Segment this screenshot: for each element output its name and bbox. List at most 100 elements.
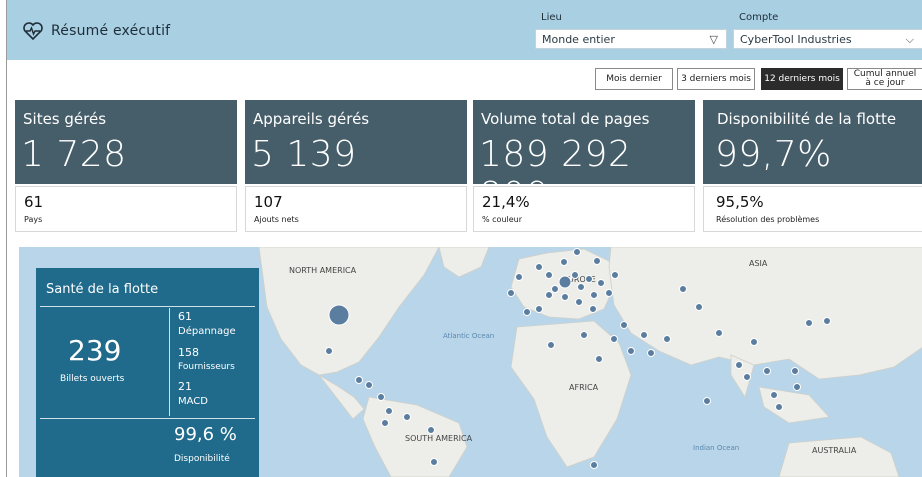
site-bubble[interactable] (515, 273, 523, 281)
location-filter-value: Monde entier (542, 33, 615, 46)
site-bubble[interactable] (595, 355, 603, 363)
suppliers-value: 158 (178, 346, 199, 359)
site-bubble[interactable] (381, 419, 389, 427)
site-bubble[interactable] (560, 258, 568, 266)
site-bubble[interactable] (627, 347, 635, 355)
site-bubble[interactable] (507, 289, 515, 297)
site-bubble[interactable] (750, 338, 758, 346)
site-bubble[interactable] (328, 304, 350, 326)
site-bubble[interactable] (585, 275, 593, 283)
site-bubble[interactable] (561, 293, 569, 301)
kpi-card-devices: Appareils gérés 5 139 (245, 100, 467, 184)
kpi-sub-value: 107 (254, 193, 283, 211)
site-bubble[interactable] (523, 308, 531, 316)
site-bubble[interactable] (355, 376, 363, 384)
site-bubble[interactable] (597, 279, 605, 287)
site-bubble[interactable] (640, 331, 648, 339)
kpi-sub-card-availability: 95,5% Résolution des problèmes (703, 186, 922, 232)
open-tickets-label: Billets ouverts (60, 374, 125, 384)
map-label-asia: ASIA (749, 259, 768, 268)
site-bubble[interactable] (325, 347, 333, 355)
site-bubble[interactable] (679, 285, 687, 293)
troubleshooting-value: 61 (178, 310, 192, 323)
filter-label-lieu: Lieu (541, 12, 562, 23)
button-last-3-months[interactable]: 3 derniers mois (677, 68, 755, 90)
site-bubble[interactable] (620, 321, 628, 329)
site-bubble[interactable] (545, 291, 553, 299)
kpi-label: Volume total de pages (481, 110, 650, 128)
availability-label: Disponibilité (174, 454, 230, 464)
header-bar: Résumé exécutif Lieu Monde entier ▽ Comp… (7, 0, 922, 60)
kpi-label: Appareils gérés (253, 110, 370, 128)
site-bubble[interactable] (805, 319, 813, 327)
heart-pulse-icon (23, 22, 43, 40)
map-label-atlantic: Atlantic Ocean (443, 332, 494, 340)
kpi-sub-value: 61 (24, 193, 44, 211)
site-bubble[interactable] (535, 263, 543, 271)
kpi-value: 5 139 (251, 134, 357, 175)
site-bubble[interactable] (610, 335, 618, 343)
account-dropdown[interactable]: CyberTool Industries ⌵ (733, 29, 922, 49)
site-bubble[interactable] (573, 248, 581, 256)
site-bubble[interactable] (735, 361, 743, 369)
location-filter[interactable]: Monde entier ▽ (535, 29, 727, 49)
kpi-value: 99,7% (715, 134, 832, 175)
button-last-month[interactable]: Mois dernier (595, 68, 673, 90)
site-bubble[interactable] (605, 289, 613, 297)
button-year-to-date[interactable]: Cumul annuel à ce jour (847, 68, 922, 90)
button-last-12-months[interactable]: 12 derniers mois (761, 68, 843, 90)
site-bubble[interactable] (715, 329, 723, 337)
kpi-sub-card-sites: 61 Pays (15, 186, 237, 232)
kpi-label: Disponibilité de la flotte (717, 110, 897, 128)
macd-label: MACD (178, 396, 208, 407)
site-bubble[interactable] (743, 373, 751, 381)
site-bubble[interactable] (403, 413, 411, 421)
site-bubble[interactable] (793, 383, 801, 391)
divider (169, 308, 170, 416)
site-bubble[interactable] (385, 407, 393, 415)
site-bubble[interactable] (377, 393, 385, 401)
kpi-sub-value: 95,5% (716, 193, 764, 211)
site-bubble[interactable] (535, 305, 543, 313)
site-bubble[interactable] (763, 367, 771, 375)
site-bubble[interactable] (791, 367, 799, 375)
funnel-icon[interactable]: ▽ (710, 33, 718, 46)
site-bubble[interactable] (611, 271, 619, 279)
site-bubble[interactable] (663, 335, 671, 343)
site-bubble[interactable] (427, 426, 435, 434)
suppliers-label: Fournisseurs (178, 362, 235, 372)
site-bubble[interactable] (577, 283, 585, 291)
macd-value: 21 (178, 380, 192, 393)
availability-value: 99,6 % (174, 424, 237, 445)
site-bubble[interactable] (695, 303, 703, 311)
site-bubble[interactable] (580, 331, 588, 339)
site-bubble[interactable] (575, 298, 583, 306)
troubleshooting-label: Dépannage (178, 326, 236, 337)
site-bubble[interactable] (545, 271, 553, 279)
site-bubble[interactable] (558, 275, 572, 289)
site-bubble[interactable] (590, 461, 598, 469)
site-bubble[interactable] (647, 349, 655, 357)
site-bubble[interactable] (589, 305, 597, 313)
site-bubble[interactable] (703, 397, 711, 405)
kpi-card-sites: Sites gérés 1 728 (15, 100, 237, 184)
site-bubble[interactable] (775, 403, 783, 411)
site-bubble[interactable] (547, 341, 555, 349)
kpi-sub-caption: % couleur (482, 215, 523, 224)
filter-label-compte: Compte (739, 12, 779, 23)
kpi-label: Sites gérés (23, 110, 107, 128)
site-bubble[interactable] (551, 285, 559, 293)
site-bubble[interactable] (430, 458, 438, 466)
kpi-card-availability: Disponibilité de la flotte 99,7% (703, 100, 922, 184)
site-bubble[interactable] (571, 271, 579, 279)
open-tickets-value: 239 (68, 334, 122, 367)
site-bubble[interactable] (590, 291, 598, 299)
kpi-sub-value: 21,4% (482, 193, 530, 211)
site-bubble[interactable] (770, 391, 778, 399)
site-bubble[interactable] (365, 381, 373, 389)
site-bubble[interactable] (593, 257, 601, 265)
site-bubble[interactable] (823, 317, 831, 325)
kpi-card-pages: Volume total de pages 189 292 809 (473, 100, 695, 216)
fleet-health-title: Santé de la flotte (46, 282, 159, 297)
map-label-north-america: NORTH AMERICA (289, 266, 357, 275)
